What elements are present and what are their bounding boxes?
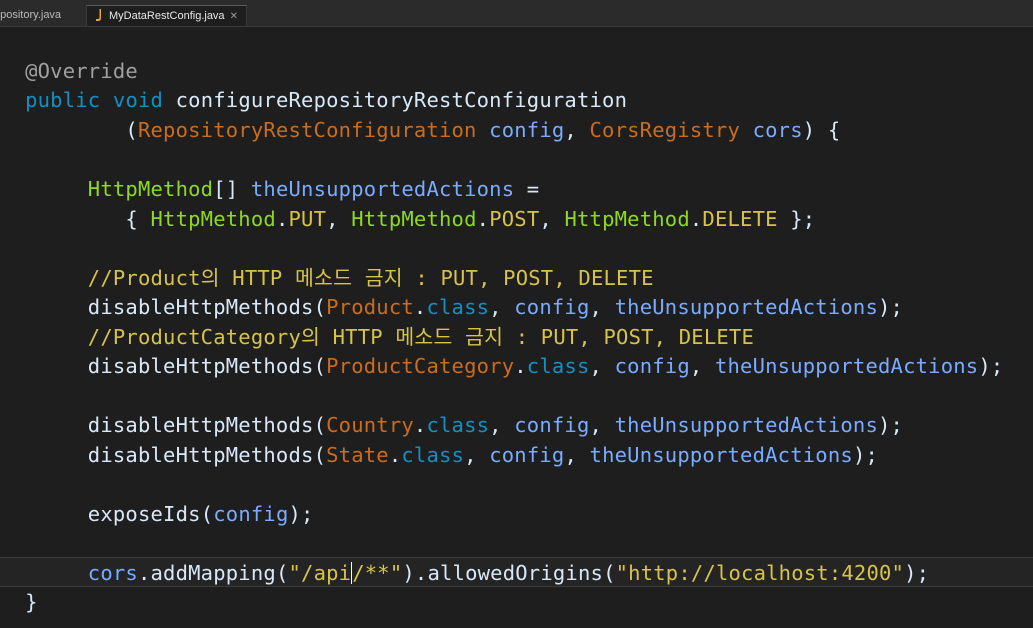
keyword: void [112, 88, 164, 112]
code-line-11: disableHttpMethods(ProductCategory.class… [87, 354, 1004, 378]
tab-label: MyDataRestConfig.java [109, 10, 225, 22]
variable: cors [87, 561, 138, 585]
close-icon[interactable]: ✕ [230, 11, 238, 22]
code-editor[interactable]: @Override public void configureRepositor… [0, 27, 1033, 628]
code-line-9: disableHttpMethods(Product.class, config… [87, 295, 904, 319]
code-line-16: exposeIds(config); [87, 502, 314, 526]
code-line-13: disableHttpMethods(Country.class, config… [87, 413, 904, 437]
code-line-3: (RepositoryRestConfiguration config, Cor… [125, 118, 841, 142]
annotation: @Override [25, 59, 138, 83]
type-name: RepositoryRestConfiguration [137, 118, 477, 142]
method-call: disableHttpMethods [87, 295, 314, 319]
string-literal: "/api [288, 561, 352, 585]
string-literal: "http://localhost:4200" [615, 561, 905, 585]
code-line-5: HttpMethod[] theUnsupportedActions = [87, 177, 540, 201]
method-call: addMapping [150, 561, 276, 585]
method-call: disableHttpMethods [87, 413, 314, 437]
type-name: HttpMethod [87, 177, 214, 201]
code-line-14: disableHttpMethods(State.class, config, … [87, 443, 879, 467]
string-literal: /**" [352, 561, 403, 585]
code-line-19: } [0, 587, 1033, 617]
code-line-1: @Override [0, 56, 1033, 86]
method-call: disableHttpMethods [87, 354, 314, 378]
code-line-2: public void configureRepositoryRestConfi… [0, 85, 1033, 115]
type-name: CorsRegistry [589, 118, 741, 142]
parameter: config [489, 118, 565, 142]
closing-brace: } [25, 590, 38, 614]
java-file-icon [96, 9, 101, 21]
code-line-18-current: cors.addMapping("/api/**").allowedOrigin… [0, 557, 1033, 587]
tab-repository-java[interactable]: epository.java [0, 5, 61, 25]
keyword: public [25, 88, 101, 112]
method-call: allowedOrigins [427, 561, 604, 585]
method-call: exposeIds [87, 502, 201, 526]
tab-mydatarestconfig-java[interactable]: MyDataRestConfig.java ✕ [86, 5, 247, 26]
tab-label: epository.java [0, 9, 62, 21]
code-line-10: //ProductCategory의 HTTP 메소드 금지 : PUT, PO… [0, 322, 1033, 352]
editor-tab-bar: epository.java MyDataRestConfig.java ✕ [0, 0, 1033, 27]
code-line-8: //Product의 HTTP 메소드 금지 : PUT, POST, DELE… [0, 263, 1033, 293]
code-line-6: { HttpMethod.PUT, HttpMethod.POST, HttpM… [125, 207, 816, 231]
parameter: cors [752, 118, 803, 142]
method-call: disableHttpMethods [87, 443, 314, 467]
variable: theUnsupportedActions [250, 177, 515, 201]
comment: //Product의 HTTP 메소드 금지 : PUT, POST, DELE… [87, 266, 654, 290]
comment: //ProductCategory의 HTTP 메소드 금지 : PUT, PO… [87, 325, 755, 349]
method-name: configureRepositoryRestConfiguration [175, 88, 628, 112]
